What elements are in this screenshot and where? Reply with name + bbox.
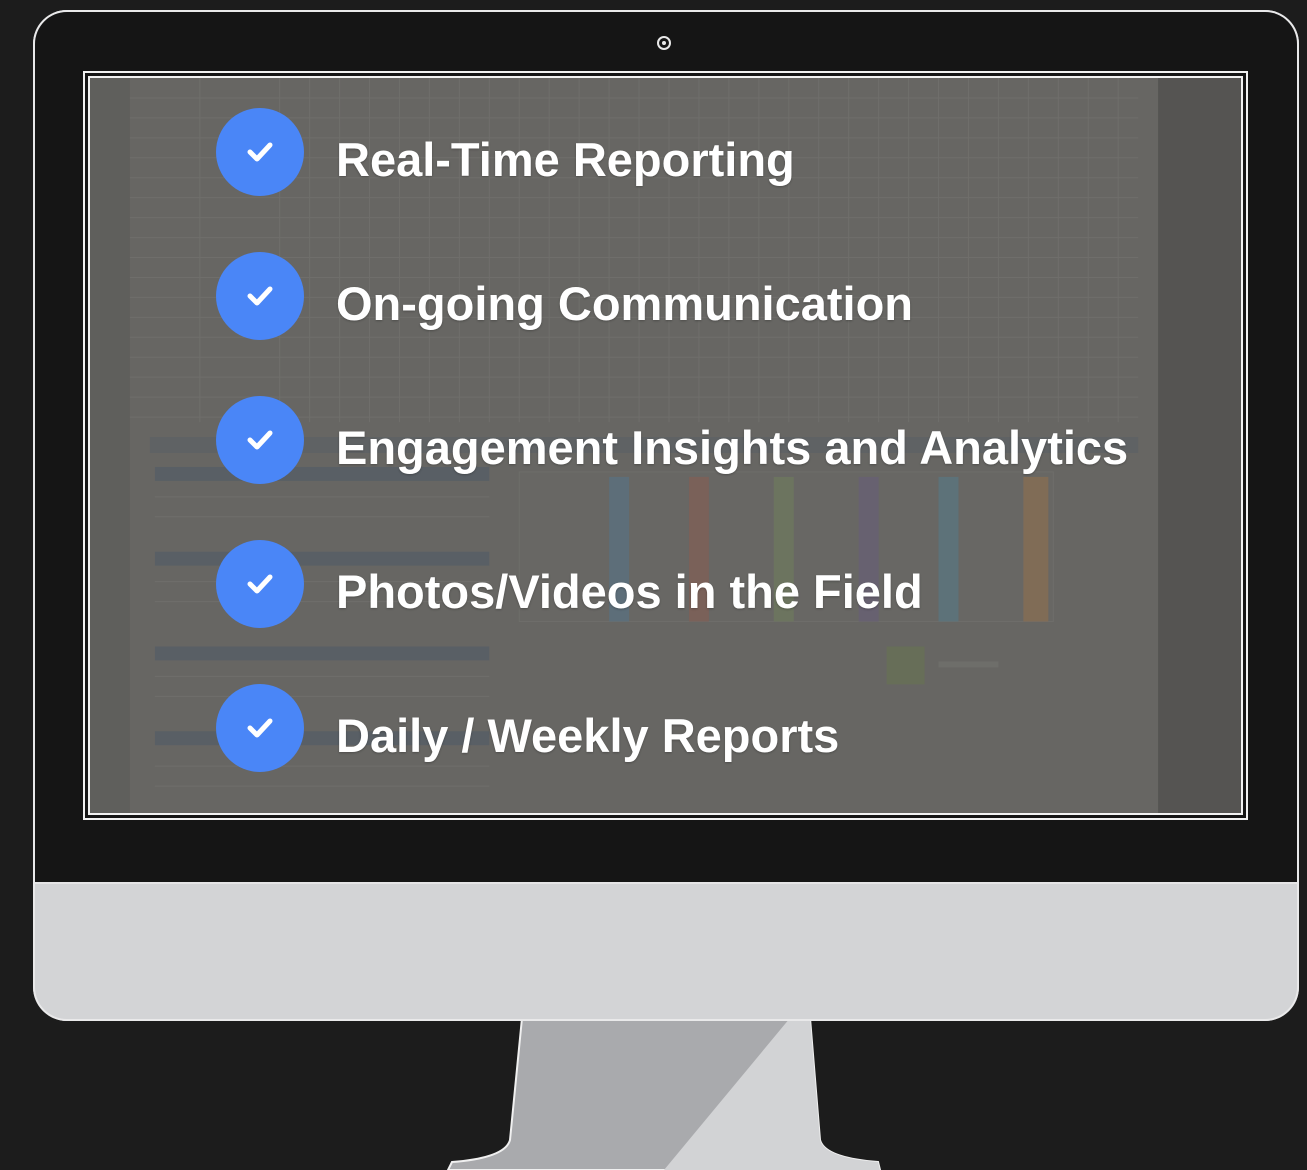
- check-icon: [216, 684, 304, 772]
- check-icon: [216, 108, 304, 196]
- feature-label: Photos/Videos in the Field: [336, 565, 923, 618]
- screen-frame: Real-Time Reporting On-going Communicati…: [83, 71, 1248, 820]
- feature-label: Engagement Insights and Analytics: [336, 421, 1129, 474]
- webcam-icon: [657, 36, 671, 50]
- monitor: Real-Time Reporting On-going Communicati…: [33, 10, 1299, 1021]
- monitor-bezel: Real-Time Reporting On-going Communicati…: [35, 12, 1297, 884]
- screen: Real-Time Reporting On-going Communicati…: [88, 76, 1243, 815]
- check-icon: [216, 252, 304, 340]
- check-icon: [216, 396, 304, 484]
- feature-label: Real-Time Reporting: [336, 133, 795, 186]
- check-icon: [216, 540, 304, 628]
- feature-label: Daily / Weekly Reports: [336, 709, 840, 762]
- feature-label: On-going Communication: [336, 277, 913, 330]
